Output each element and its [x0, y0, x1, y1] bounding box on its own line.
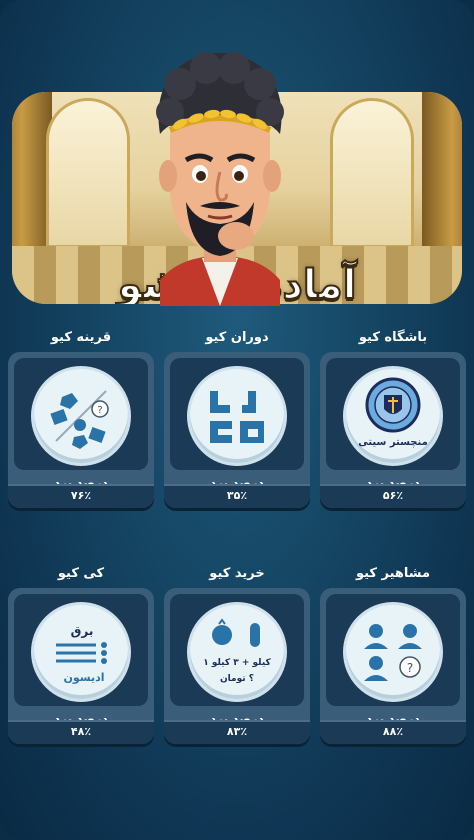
svg-text:?: ? — [97, 405, 102, 416]
win-rate-bar: ۸۳٪ — [164, 720, 310, 744]
card-body: ۱ کیلو + ۳ کیلو ؟ تومان درصد برد ۸۳٪ — [164, 588, 310, 744]
card-badge: منچستر سیتی — [343, 366, 443, 466]
card-title: باشگاه کیو — [358, 330, 428, 345]
win-rate-value: ۷۶٪ — [70, 489, 92, 502]
arch — [330, 98, 414, 248]
win-rate-value: ۳۵٪ — [226, 489, 248, 502]
category-card-celebrities[interactable]: مشاهیر کیو ? درصد برد ۸۸٪ — [320, 566, 466, 744]
card-badge: ? — [343, 602, 443, 702]
category-card-symmetry[interactable]: قرینه کیو ? درصد برد ۷۶٪ — [8, 330, 154, 508]
card-badge: ۱ کیلو + ۳ کیلو ؟ تومان — [187, 602, 287, 702]
card-title: مشاهیر کیو — [355, 566, 431, 581]
card-icon-frame: منچستر سیتی — [326, 358, 460, 470]
card-badge — [187, 366, 287, 466]
people-question-icon: ? — [364, 624, 422, 681]
win-rate-bar: ۴۸٪ — [8, 720, 154, 744]
card-badge: ? — [31, 366, 131, 466]
price-question: ؟ تومان — [220, 674, 254, 684]
card-badge: برق ادیسون — [31, 602, 131, 702]
card-title: کی کیو — [57, 566, 105, 581]
manchester-city-logo-icon: منچستر سیتی — [358, 377, 428, 448]
card-title: دوران کیو — [205, 330, 269, 345]
era-puzzle-icon — [210, 391, 264, 443]
win-rate-bar: ۷۶٪ — [8, 484, 154, 508]
character-avatar — [156, 52, 284, 306]
card-body: درصد برد ۳۵٪ — [164, 352, 310, 508]
category-card-shopping[interactable]: خرید کیو ۱ کیلو + ۳ کیلو ؟ تومان درصد بر… — [164, 566, 310, 744]
win-rate-bar: ۸۸٪ — [320, 720, 466, 744]
club-name-label: منچستر سیتی — [358, 437, 428, 448]
card-icon-frame: برق ادیسون — [14, 594, 148, 706]
fruit-price-icon: ۱ کیلو + ۳ کیلو ؟ تومان — [203, 618, 272, 684]
win-rate-value: ۴۸٪ — [70, 725, 92, 738]
category-card-era[interactable]: دوران کیو درصد برد ۳۵٪ — [164, 330, 310, 508]
arch — [46, 98, 130, 248]
card-title: خرید کیو — [209, 566, 265, 581]
card-body: منچستر سیتی درصد برد ۵۶٪ — [320, 352, 466, 508]
win-rate-bar: ۵۶٪ — [320, 484, 466, 508]
win-rate-bar: ۳۵٪ — [164, 484, 310, 508]
card-body: ? درصد برد ۸۸٪ — [320, 588, 466, 744]
checklist-icon: برق ادیسون — [56, 624, 107, 684]
svg-text:?: ? — [407, 661, 413, 675]
card-icon-frame: ? — [14, 358, 148, 470]
category-card-who[interactable]: کی کیو برق ادیسون درصد برد ۴۸٪ — [8, 566, 154, 744]
card-icon-frame: ۱ کیلو + ۳ کیلو ؟ تومان — [170, 594, 304, 706]
card-body: برق ادیسون درصد برد ۴۸٪ — [8, 588, 154, 744]
win-rate-value: ۸۸٪ — [382, 725, 404, 738]
app-screen: آماده‌نبرد‌شو — [0, 0, 474, 840]
win-rate-value: ۸۳٪ — [226, 725, 248, 738]
checklist-answer: ادیسون — [63, 671, 104, 684]
card-icon-frame: ? — [326, 594, 460, 706]
price-equation: ۱ کیلو + ۳ کیلو — [203, 658, 271, 668]
card-title: قرینه کیو — [50, 330, 112, 345]
category-card-club[interactable]: باشگاه کیو منچستر سیتی درصد برد ۵۶٪ — [320, 330, 466, 508]
win-rate-value: ۵۶٪ — [382, 489, 404, 502]
card-body: ? درصد برد ۷۶٪ — [8, 352, 154, 508]
checklist-header: برق — [71, 624, 94, 638]
symmetry-shapes-icon: ? — [50, 390, 109, 449]
card-icon-frame — [170, 358, 304, 470]
